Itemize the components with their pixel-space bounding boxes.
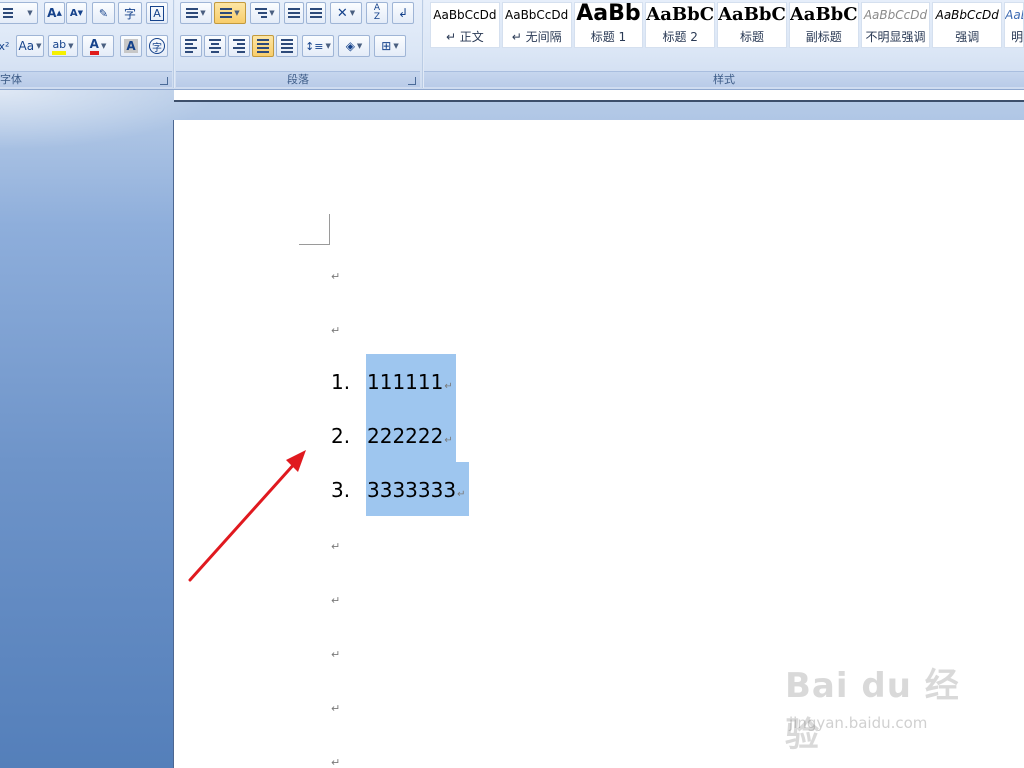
style-normal[interactable]: AaBbCcDd ↵ 正文 — [430, 2, 500, 48]
paragraph-mark: ↵ — [444, 435, 453, 446]
paragraph-mark: ↵ — [331, 540, 341, 553]
eraser-icon: ✎ — [98, 6, 109, 20]
selected-text[interactable]: 3333333↵ — [366, 462, 469, 516]
grow-font-button[interactable]: A ▲ — [44, 2, 65, 24]
char-border-icon: A — [150, 5, 164, 21]
show-marks-button[interactable]: ↲ — [392, 2, 414, 24]
style-subtitle[interactable]: AaBbC 副标题 — [788, 2, 859, 48]
previous-page-edge — [174, 90, 1024, 102]
align-left-icon — [185, 39, 197, 53]
phonetic-guide-button[interactable]: 字 — [118, 2, 142, 24]
font-dialog-launcher-icon[interactable]: x — [160, 77, 168, 85]
selected-text[interactable]: 222222↵ — [366, 408, 456, 462]
paragraph-mark: ↵ — [331, 756, 341, 768]
paragraph-group-label: 段落 — [176, 71, 420, 87]
multilevel-list-button[interactable]: ▼ — [250, 2, 280, 24]
paint-bucket-icon: ◈ — [345, 39, 355, 53]
shading-button[interactable]: ◈ ▼ — [338, 35, 370, 57]
document-workspace[interactable]: ↵ ↵ 1. 111111↵ 2. 222222↵ 3. 3333333↵ ↵ … — [0, 90, 1024, 768]
superscript-icon: x² — [0, 39, 10, 53]
align-center-button[interactable] — [204, 35, 226, 57]
bullets-icon — [186, 8, 199, 18]
distribute-icon — [281, 39, 293, 53]
paragraph-mark: ↵ — [331, 270, 341, 283]
bullets-button[interactable]: ▼ — [180, 2, 212, 24]
change-case-button[interactable]: Aa ▼ — [16, 35, 44, 57]
style-subtle-emphasis[interactable]: AaBbCcDd 不明显强调 — [860, 2, 931, 48]
paragraph-mark: ↵ — [444, 381, 453, 392]
multilevel-list-icon — [255, 8, 268, 18]
styles-gallery: AaBbCcDd ↵ 正文 AaBbCcDd ↵ 无间隔 AaBb 标题 1 A… — [430, 2, 1024, 48]
borders-button[interactable]: ⊞ ▼ — [374, 35, 406, 57]
paragraph-mark-icon: ↲ — [397, 6, 409, 20]
paragraph-mark: ↵ — [331, 702, 341, 715]
numbering-icon — [220, 8, 233, 18]
margin-corner-mark — [299, 214, 330, 245]
sort-icon: AZ — [373, 3, 381, 22]
line-spacing-button[interactable]: ↕≡ ▼ — [302, 35, 334, 57]
watermark-logo: Bai du 经验 — [785, 666, 960, 755]
paragraph-mark: ↵ — [457, 489, 466, 500]
font-group: ▼ A ▲ A ▼ ✎ 字 A x² Aa ▼ ab ▼ A ▼ A 字 字体 — [0, 0, 172, 88]
shrink-font-button[interactable]: A ▼ — [66, 2, 87, 24]
font-group-label: 字体 — [0, 71, 172, 87]
selected-text[interactable]: 111111↵ — [366, 354, 456, 408]
align-left-button[interactable] — [180, 35, 202, 57]
watermark-url: jingyan.baidu.com — [789, 714, 928, 732]
paragraph-mark: ↵ — [331, 594, 341, 607]
align-right-icon — [233, 39, 245, 53]
justify-icon — [257, 39, 269, 53]
paragraph-mark: ↵ — [331, 324, 341, 337]
shrink-font-icon: A — [69, 7, 78, 19]
baidu-watermark: Bai du 经验 jingyan.baidu.com — [785, 658, 985, 755]
line-spacing-icon: ↕≡ — [305, 39, 324, 53]
align-center-icon — [209, 39, 221, 53]
align-right-button[interactable] — [228, 35, 250, 57]
font-size-combo[interactable]: ▼ — [0, 2, 38, 24]
font-color-button[interactable]: A ▼ — [82, 35, 114, 57]
decrease-indent-icon — [288, 8, 300, 18]
sort-button[interactable]: AZ — [366, 2, 388, 24]
highlighter-icon: ab — [52, 38, 67, 55]
style-heading-2[interactable]: AaBbC 标题 2 — [645, 2, 716, 48]
increase-indent-button[interactable] — [306, 2, 326, 24]
paragraph-mark: ↵ — [331, 648, 341, 661]
char-shading-button[interactable]: A — [120, 35, 142, 57]
highlight-button[interactable]: ab ▼ — [48, 35, 78, 57]
change-case-icon: Aa — [18, 39, 35, 53]
borders-icon: ⊞ — [381, 39, 392, 53]
group-divider — [173, 0, 175, 88]
paragraph-group: ▼ ▼ ▼ ✕ ▼ AZ ↲ ↕≡ ▼ ◈ ▼ ⊞ ▼ 段落 — [176, 0, 420, 88]
numbering-button[interactable]: ▼ — [214, 2, 246, 24]
enclose-char-icon: 字 — [149, 38, 165, 54]
ribbon: ▼ A ▲ A ▼ ✎ 字 A x² Aa ▼ ab ▼ A ▼ A 字 字体 … — [0, 0, 1024, 90]
styles-group-label: 样式 — [424, 71, 1024, 87]
phonetic-guide-icon: 字 — [123, 6, 136, 21]
list-number: 2. — [331, 424, 351, 448]
style-emphasis[interactable]: AaBbCcDd 强调 — [932, 2, 1003, 48]
char-shading-icon: A — [124, 39, 138, 53]
distribute-button[interactable] — [276, 35, 298, 57]
paragraph-dialog-launcher-icon[interactable]: x — [408, 77, 416, 85]
char-border-button[interactable]: A — [146, 2, 168, 24]
style-no-spacing[interactable]: AaBbCcDd ↵ 无间隔 — [501, 2, 572, 48]
enclose-char-button[interactable]: 字 — [146, 35, 168, 57]
superscript-button[interactable]: x² — [0, 35, 12, 57]
chinese-layout-button[interactable]: ✕ ▼ — [330, 2, 362, 24]
style-title[interactable]: AaBbC 标题 — [717, 2, 787, 48]
justify-button[interactable] — [252, 35, 274, 57]
grow-font-icon: A — [47, 6, 57, 20]
decrease-indent-button[interactable] — [284, 2, 304, 24]
chinese-layout-icon: ✕ — [336, 5, 348, 21]
clear-format-button[interactable]: ✎ — [92, 2, 115, 24]
list-number: 3. — [331, 478, 351, 502]
style-intense-emphasis[interactable]: AaBbCcDd 明 — [1004, 2, 1024, 48]
list-number: 1. — [331, 370, 351, 394]
style-heading-1[interactable]: AaBb 标题 1 — [573, 2, 644, 48]
increase-indent-icon — [310, 8, 322, 18]
font-color-icon: A — [89, 37, 99, 55]
